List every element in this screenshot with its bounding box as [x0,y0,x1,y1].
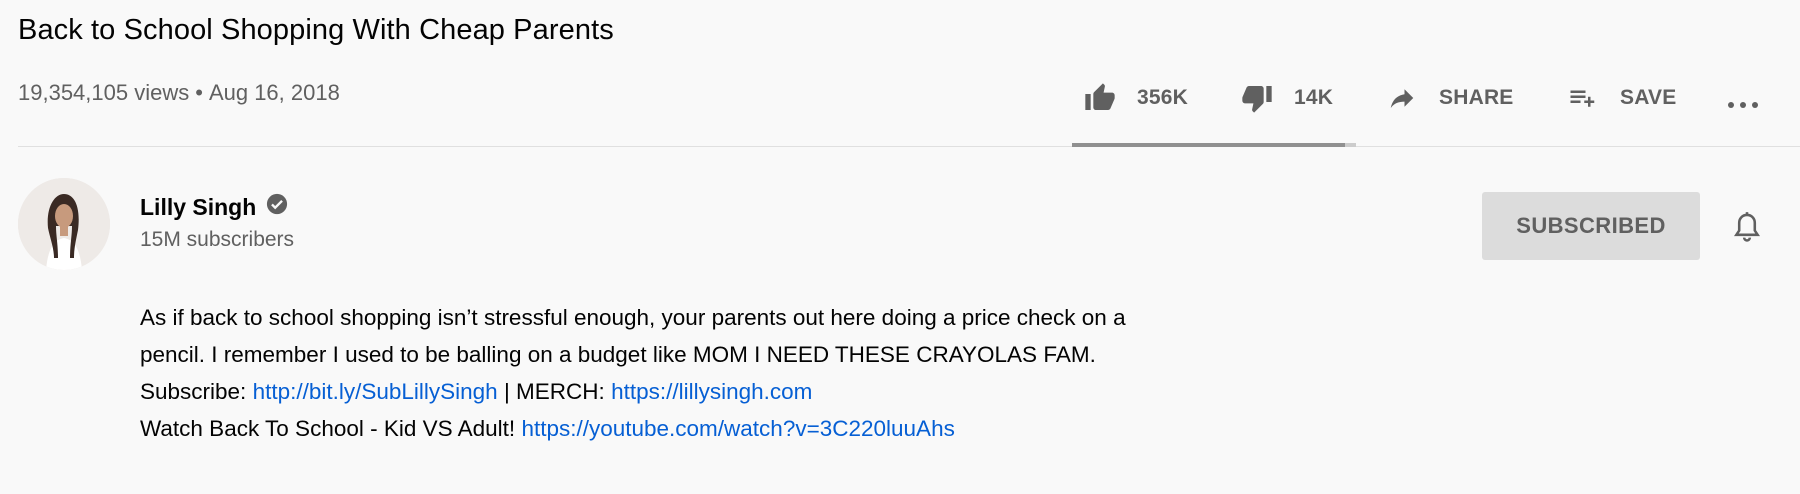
share-arrow-icon [1385,83,1419,113]
subscriber-count: 15M subscribers [140,228,295,251]
channel-name-text[interactable]: Lilly Singh [140,194,256,221]
save-button[interactable]: SAVE [1566,78,1676,118]
notification-bell-button[interactable] [1730,208,1764,251]
thumb-up-icon [1083,82,1117,114]
view-count: 19,354,105 views [18,80,190,105]
save-label: SAVE [1620,86,1677,109]
more-icon [1725,83,1761,113]
share-label: SHARE [1439,86,1514,109]
subscribe-prefix: Subscribe: [140,379,253,404]
sentiment-bar-fill [1072,143,1345,147]
merch-link[interactable]: https://lillysingh.com [611,379,812,404]
channel-name[interactable]: Lilly Singh [140,193,288,221]
bell-icon [1730,212,1764,250]
dislike-count: 14K [1294,86,1334,109]
meta-separator: • [195,80,203,105]
like-button[interactable]: 356K [1083,78,1188,118]
video-info-page: Back to School Shopping With Cheap Paren… [0,0,1800,494]
watch-prefix: Watch Back To School - Kid VS Adult! [140,416,522,441]
description-line: pencil. I remember I used to be balling … [140,342,1096,367]
video-description: As if back to school shopping isn’t stre… [140,299,1440,447]
like-count: 356K [1137,86,1189,109]
share-button[interactable]: SHARE [1385,78,1514,118]
more-actions-button[interactable] [1725,78,1761,118]
dislike-button[interactable]: 14K [1240,78,1333,118]
video-meta: 19,354,105 views • Aug 16, 2018 [18,80,340,106]
upload-date: Aug 16, 2018 [208,80,340,105]
description-watch-line: Watch Back To School - Kid VS Adult! htt… [140,410,1440,447]
merch-prefix: | MERCH: [497,379,612,404]
channel-avatar[interactable] [18,178,110,270]
subscribe-link[interactable]: http://bit.ly/SubLillySingh [253,379,498,404]
video-title: Back to School Shopping With Cheap Paren… [18,14,614,46]
divider [18,146,1800,147]
description-links-line: Subscribe: http://bit.ly/SubLillySingh |… [140,373,1440,410]
playlist-add-icon [1566,83,1600,113]
watch-link[interactable]: https://youtube.com/watch?v=3C220luuAhs [521,416,954,441]
thumb-down-icon [1240,82,1274,114]
verified-icon [266,193,288,221]
description-line: As if back to school shopping isn’t stre… [140,305,1126,330]
sentiment-bar [1072,143,1356,147]
subscribed-button[interactable]: SUBSCRIBED [1482,192,1700,260]
